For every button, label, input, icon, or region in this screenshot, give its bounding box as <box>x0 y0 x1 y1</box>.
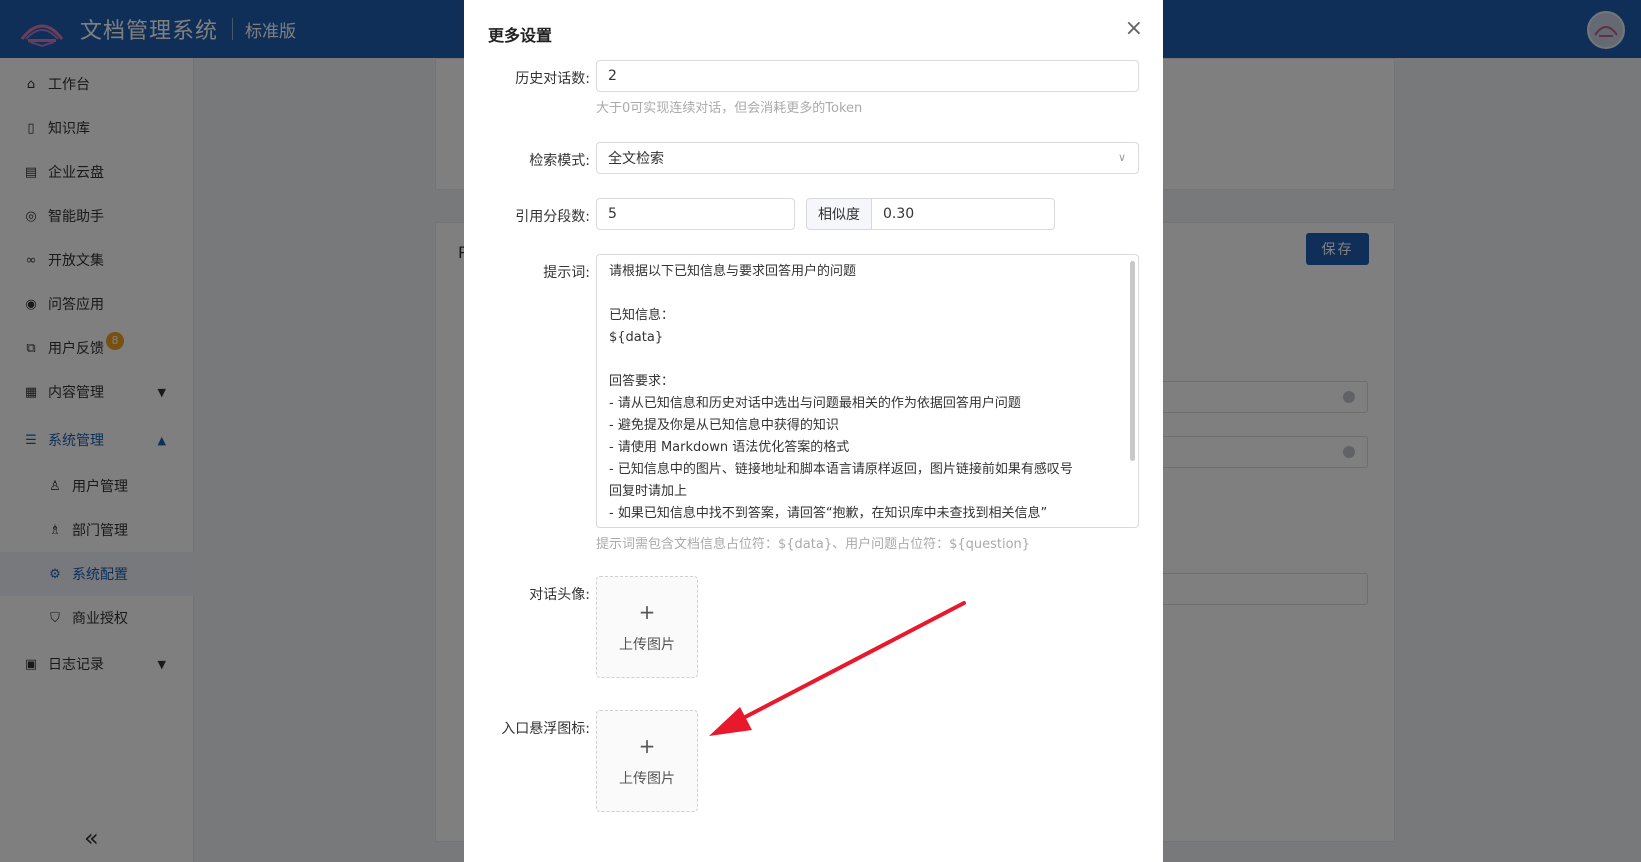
annotation-arrow-icon <box>709 601 966 736</box>
